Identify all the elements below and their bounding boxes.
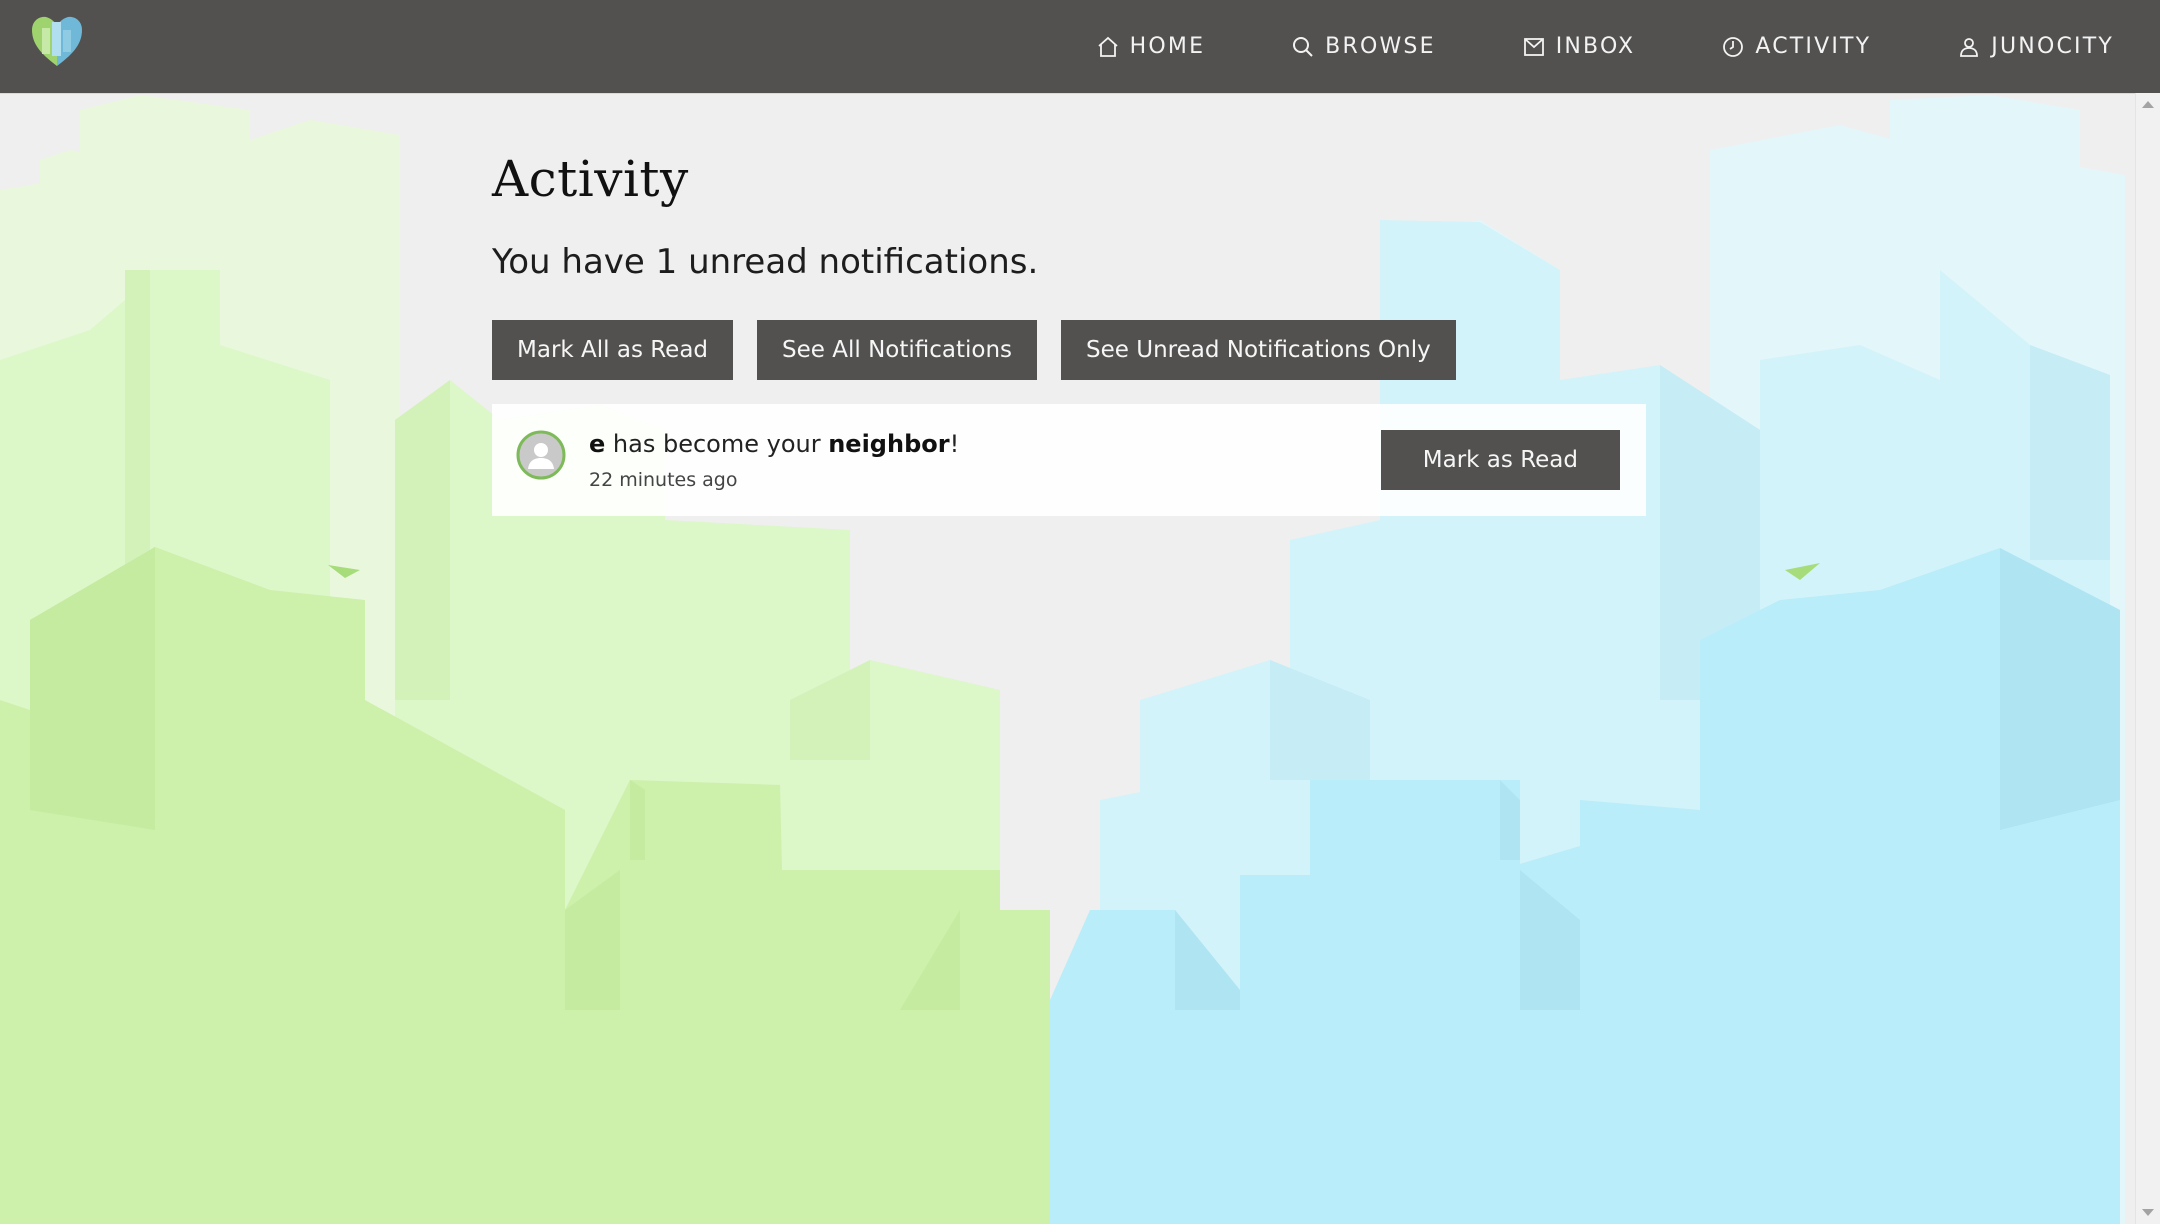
see-unread-only-button[interactable]: See Unread Notifications Only xyxy=(1061,320,1456,380)
nav-menu: HOME BROWSE INBOX ACTIVITY JUNOCITY xyxy=(1010,0,2114,93)
avatar[interactable] xyxy=(516,430,566,480)
nav-item-browse[interactable]: BROWSE xyxy=(1291,34,1436,59)
junocity-logo-icon[interactable] xyxy=(28,12,86,70)
page-title: Activity xyxy=(492,150,689,208)
unread-summary: You have 1 unread notifications. xyxy=(492,242,1039,282)
nav-item-inbox[interactable]: INBOX xyxy=(1522,34,1636,59)
nav-label-profile: JUNOCITY xyxy=(1991,34,2114,59)
notification-message: has become your xyxy=(605,430,829,458)
nav-label-activity: ACTIVITY xyxy=(1755,34,1872,59)
notification-relation-link[interactable]: neighbor xyxy=(828,430,949,458)
page-scrollbar[interactable] xyxy=(2135,93,2160,1224)
mail-icon xyxy=(1523,37,1544,56)
notification-text: e has become your neighbor! xyxy=(589,430,959,458)
notification-item: e has become your neighbor! 22 minutes a… xyxy=(492,404,1646,516)
user-icon xyxy=(1960,37,1979,57)
clock-icon xyxy=(1723,36,1744,57)
mark-as-read-button[interactable]: Mark as Read xyxy=(1380,430,1620,490)
search-icon xyxy=(1293,36,1313,57)
notification-actions: Mark All as Read See All Notifications S… xyxy=(492,320,1646,380)
scroll-down-arrow-icon[interactable] xyxy=(2142,1209,2154,1216)
nav-label-inbox: INBOX xyxy=(1555,34,1636,59)
nav-item-home[interactable]: HOME xyxy=(1096,34,1206,59)
see-all-notifications-button[interactable]: See All Notifications xyxy=(757,320,1038,380)
nav-item-profile[interactable]: JUNOCITY xyxy=(1957,34,2114,59)
notification-timestamp: 22 minutes ago xyxy=(589,469,738,491)
nav-label-home: HOME xyxy=(1129,34,1206,59)
home-icon xyxy=(1098,36,1118,57)
nav-item-activity[interactable]: ACTIVITY xyxy=(1721,34,1871,59)
notification-suffix: ! xyxy=(949,430,960,458)
main-content: Activity You have 1 unread notifications… xyxy=(492,150,1646,516)
scroll-up-arrow-icon[interactable] xyxy=(2142,101,2154,108)
notification-user-link[interactable]: e xyxy=(589,430,605,458)
mark-all-read-button[interactable]: Mark All as Read xyxy=(492,320,734,380)
top-navbar: HOME BROWSE INBOX ACTIVITY JUNOCITY xyxy=(0,0,2160,94)
nav-label-browse: BROWSE xyxy=(1325,34,1436,59)
